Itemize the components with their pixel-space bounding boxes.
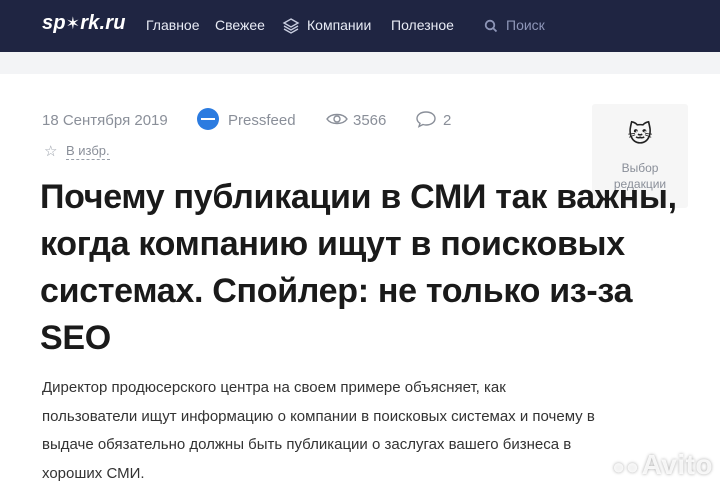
publish-date: 18 Сентября 2019 bbox=[42, 112, 168, 129]
site-logo[interactable]: sp✶rk.ru bbox=[42, 12, 126, 35]
nav-item-useful[interactable]: Полезное bbox=[391, 17, 454, 33]
subheader-strip bbox=[0, 52, 720, 74]
eye-icon bbox=[326, 112, 348, 131]
nav-item-companies[interactable]: Компании bbox=[307, 17, 371, 33]
favorites-label: В избр. bbox=[66, 143, 110, 160]
views-count: 3566 bbox=[353, 112, 387, 129]
cat-face-icon: 🐱 bbox=[627, 121, 653, 148]
comment-icon[interactable] bbox=[415, 110, 437, 133]
nav-item-fresh[interactable]: Свежее bbox=[215, 17, 265, 33]
article-title: Почему публикации в СМИ так важны, когда… bbox=[40, 178, 677, 357]
search-icon bbox=[484, 19, 498, 33]
search-placeholder: Поиск bbox=[506, 17, 545, 33]
nav-item-main[interactable]: Главное bbox=[146, 17, 200, 33]
comments-count[interactable]: 2 bbox=[443, 112, 451, 129]
avito-watermark: ●●Avito bbox=[612, 449, 714, 480]
layers-icon bbox=[281, 16, 301, 36]
logo-star-icon: ✶ bbox=[65, 14, 81, 33]
top-navigation-bar: sp✶rk.ru Главное Свежее Компании Полезно… bbox=[0, 0, 720, 52]
pressfeed-logo-icon bbox=[197, 108, 219, 130]
source-link[interactable]: Pressfeed bbox=[228, 112, 296, 129]
star-icon: ☆ bbox=[44, 143, 58, 160]
article-lead: Директор продюсерского центра на своем п… bbox=[42, 379, 595, 482]
